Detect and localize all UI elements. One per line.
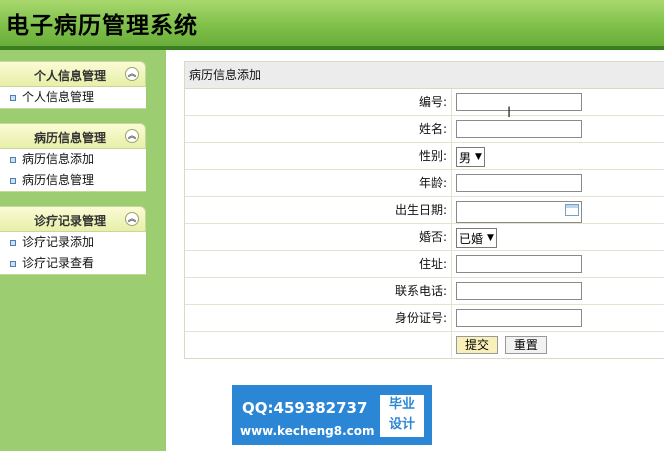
record-form: 病历信息添加 编号: 姓名: 性别: 男 ▼ 年龄: 出生日期: 婚否: 已婚 — [184, 61, 664, 359]
sidebar-group-records: 病历信息管理 ︽ 病历信息添加 病历信息管理 — [0, 123, 146, 192]
sidebar-item-add-record[interactable]: 病历信息添加 — [0, 149, 146, 170]
field-label: 身份证号: — [185, 305, 452, 331]
form-row-gender: 性别: 男 ▼ — [185, 143, 664, 170]
gender-select-value: 男 — [459, 150, 472, 165]
age-input[interactable] — [456, 174, 582, 192]
sidebar-group-header[interactable]: 诊疗记录管理 ︽ — [0, 206, 146, 232]
form-row-phone: 联系电话: — [185, 278, 664, 305]
watermark-qq: QQ:459382737 — [242, 399, 368, 417]
marital-select[interactable]: 已婚 ▼ — [456, 228, 497, 248]
id-input[interactable] — [456, 93, 582, 111]
field-label: 姓名: — [185, 116, 452, 142]
sidebar-group-label: 个人信息管理 — [34, 69, 107, 83]
idcard-input[interactable] — [456, 309, 582, 327]
reset-button[interactable]: 重置 — [504, 336, 547, 354]
form-row-address: 住址: — [185, 251, 664, 278]
watermark-badge-line1: 毕业 — [388, 397, 415, 412]
form-row-birthdate: 出生日期: — [185, 197, 664, 224]
name-input[interactable] — [456, 120, 582, 138]
sidebar-group-label: 病历信息管理 — [34, 131, 107, 145]
field-label: 性别: — [185, 143, 452, 169]
sidebar-item-label: 病历信息添加 — [22, 152, 95, 166]
submit-button[interactable]: 提交 — [456, 336, 499, 354]
form-row-id: 编号: — [185, 89, 664, 116]
bullet-icon — [10, 157, 16, 163]
form-row-actions: 提交 重置 — [185, 332, 664, 358]
calendar-icon[interactable] — [565, 204, 579, 216]
sidebar-item-label: 个人信息管理 — [22, 90, 95, 104]
chevron-down-icon: ▼ — [475, 152, 482, 162]
app-header: 电子病历管理系统 — [0, 0, 664, 46]
field-label: 出生日期: — [185, 197, 452, 223]
sidebar-item-add-treatment[interactable]: 诊疗记录添加 — [0, 232, 146, 253]
double-chevron-up-icon[interactable]: ︽ — [125, 212, 139, 226]
gender-select[interactable]: 男 ▼ — [456, 147, 485, 167]
double-chevron-up-icon[interactable]: ︽ — [125, 129, 139, 143]
form-row-name: 姓名: — [185, 116, 664, 143]
form-row-idcard: 身份证号: — [185, 305, 664, 332]
sidebar-group-treatment: 诊疗记录管理 ︽ 诊疗记录添加 诊疗记录查看 — [0, 206, 146, 275]
bullet-icon — [10, 95, 16, 101]
field-label: 编号: — [185, 89, 452, 115]
sidebar-item-label: 诊疗记录查看 — [22, 256, 95, 270]
watermark-badge: 毕业 设计 — [380, 395, 424, 437]
watermark-badge-line2: 设计 — [388, 417, 415, 432]
watermark-logo: QQ:459382737 www.kecheng8.com 毕业 设计 — [232, 385, 432, 445]
sidebar-item-personal-info[interactable]: 个人信息管理 — [0, 87, 146, 108]
field-label: 住址: — [185, 251, 452, 277]
actions-label-cell — [185, 332, 452, 358]
app-title: 电子病历管理系统 — [6, 12, 198, 39]
marital-select-value: 已婚 — [459, 231, 484, 246]
bullet-icon — [10, 240, 16, 246]
sidebar-item-manage-records[interactable]: 病历信息管理 — [0, 170, 146, 191]
sidebar-item-view-treatment[interactable]: 诊疗记录查看 — [0, 253, 146, 274]
birthdate-input[interactable] — [456, 201, 582, 223]
bullet-icon — [10, 261, 16, 267]
sidebar-item-label: 诊疗记录添加 — [22, 235, 95, 249]
field-label: 年龄: — [185, 170, 452, 196]
watermark-site: www.kecheng8.com — [240, 424, 375, 438]
double-chevron-up-icon[interactable]: ︽ — [125, 67, 139, 81]
text-cursor-icon: I — [507, 105, 512, 121]
field-label: 联系电话: — [185, 278, 452, 304]
sidebar-group-header[interactable]: 病历信息管理 ︽ — [0, 123, 146, 149]
form-row-age: 年龄: — [185, 170, 664, 197]
sidebar-item-label: 病历信息管理 — [22, 173, 95, 187]
sidebar-group-label: 诊疗记录管理 — [34, 214, 107, 228]
chevron-down-icon: ▼ — [487, 233, 494, 243]
sidebar-group-personal: 个人信息管理 ︽ 个人信息管理 — [0, 61, 146, 109]
field-label: 婚否: — [185, 224, 452, 250]
bullet-icon — [10, 178, 16, 184]
sidebar-group-header[interactable]: 个人信息管理 ︽ — [0, 61, 146, 87]
phone-input[interactable] — [456, 282, 582, 300]
form-row-married: 婚否: 已婚 ▼ — [185, 224, 664, 251]
address-input[interactable] — [456, 255, 582, 273]
form-title: 病历信息添加 — [185, 62, 664, 89]
